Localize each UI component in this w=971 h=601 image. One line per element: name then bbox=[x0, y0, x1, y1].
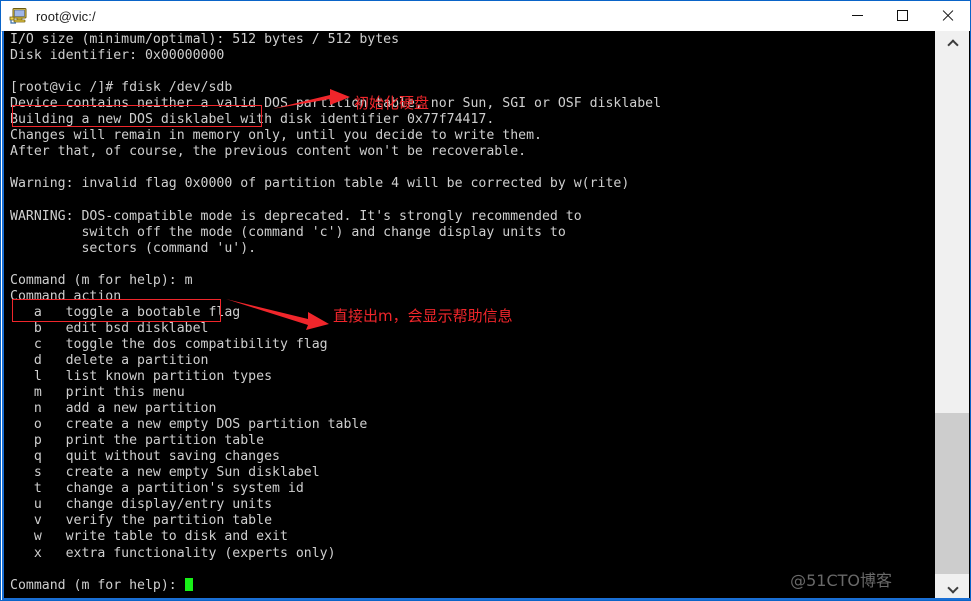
scroll-up-button[interactable] bbox=[935, 31, 969, 55]
scrollbar-thumb[interactable] bbox=[935, 413, 969, 575]
terminal-line: Command (m for help): bbox=[10, 577, 661, 594]
terminal-line: u change display/entry units bbox=[10, 497, 273, 513]
terminal-line: l list known partition types bbox=[10, 368, 273, 384]
terminal-line: Disk identifier: 0x00000000 bbox=[10, 48, 225, 64]
window-controls bbox=[835, 1, 970, 30]
terminal-line: After that, of course, the previous cont… bbox=[10, 144, 527, 160]
terminal-line: p print the partition table bbox=[10, 433, 265, 449]
annotation-label-help-info: 直接出m，会显示帮助信息 bbox=[333, 307, 513, 325]
scroll-down-button[interactable] bbox=[935, 574, 969, 598]
putty-window: root@vic:/ I/O size (minimum/optimal): 5… bbox=[0, 0, 971, 601]
terminal-line: Command (m for help): m bbox=[10, 272, 193, 288]
terminal-line: m print this menu bbox=[10, 385, 185, 401]
terminal-line: Command action bbox=[10, 288, 122, 304]
watermark: @51CTO博客 bbox=[790, 571, 892, 590]
terminal-screen[interactable]: I/O size (minimum/optimal): 512 bytes / … bbox=[4, 31, 936, 598]
chevron-up-icon bbox=[948, 39, 957, 48]
maximize-button[interactable] bbox=[880, 1, 925, 30]
terminal-cursor bbox=[184, 577, 193, 591]
maximize-icon bbox=[897, 10, 908, 21]
window-title: root@vic:/ bbox=[36, 8, 96, 24]
vertical-scrollbar[interactable] bbox=[934, 31, 969, 598]
terminal-line: t change a partition's system id bbox=[10, 481, 304, 497]
terminal-line: [root@vic /]# fdisk /dev/sdb bbox=[10, 80, 233, 96]
terminal-frame: I/O size (minimum/optimal): 512 bytes / … bbox=[2, 31, 970, 600]
close-button[interactable] bbox=[925, 1, 970, 30]
terminal-line: o create a new empty DOS partition table bbox=[10, 417, 368, 433]
terminal-line: Device contains neither a valid DOS part… bbox=[10, 96, 662, 112]
terminal-line: Building a new DOS disklabel with disk i… bbox=[10, 112, 495, 128]
terminal-line: sectors (command 'u'). bbox=[10, 240, 257, 256]
minimize-button[interactable] bbox=[835, 1, 880, 30]
terminal-line: I/O size (minimum/optimal): 512 bytes / … bbox=[10, 32, 400, 47]
window-title-bar[interactable]: root@vic:/ bbox=[1, 1, 970, 32]
terminal-line: s create a new empty Sun disklabel bbox=[10, 465, 320, 481]
terminal-line: WARNING: DOS-compatible mode is deprecat… bbox=[10, 208, 582, 224]
putty-terminal-icon bbox=[9, 7, 29, 25]
terminal-line: w write table to disk and exit bbox=[10, 529, 288, 545]
chevron-down-icon bbox=[948, 582, 957, 591]
terminal-line: Warning: invalid flag 0x0000 of partitio… bbox=[10, 176, 630, 192]
terminal-line: q quit without saving changes bbox=[10, 449, 280, 465]
close-icon bbox=[941, 9, 954, 22]
terminal-line: n add a new partition bbox=[10, 401, 217, 417]
terminal-line: Changes will remain in memory only, unti… bbox=[10, 128, 542, 144]
terminal-line: switch off the mode (command 'c') and ch… bbox=[10, 224, 566, 240]
annotation-label-init-disk: 初始化硬盘 bbox=[354, 94, 430, 112]
terminal-line: c toggle the dos compatibility flag bbox=[10, 336, 328, 352]
terminal-line: v verify the partition table bbox=[10, 513, 273, 529]
terminal-line: x extra functionality (experts only) bbox=[10, 545, 336, 561]
terminal-line: d delete a partition bbox=[10, 352, 209, 368]
minimize-icon bbox=[852, 15, 863, 16]
